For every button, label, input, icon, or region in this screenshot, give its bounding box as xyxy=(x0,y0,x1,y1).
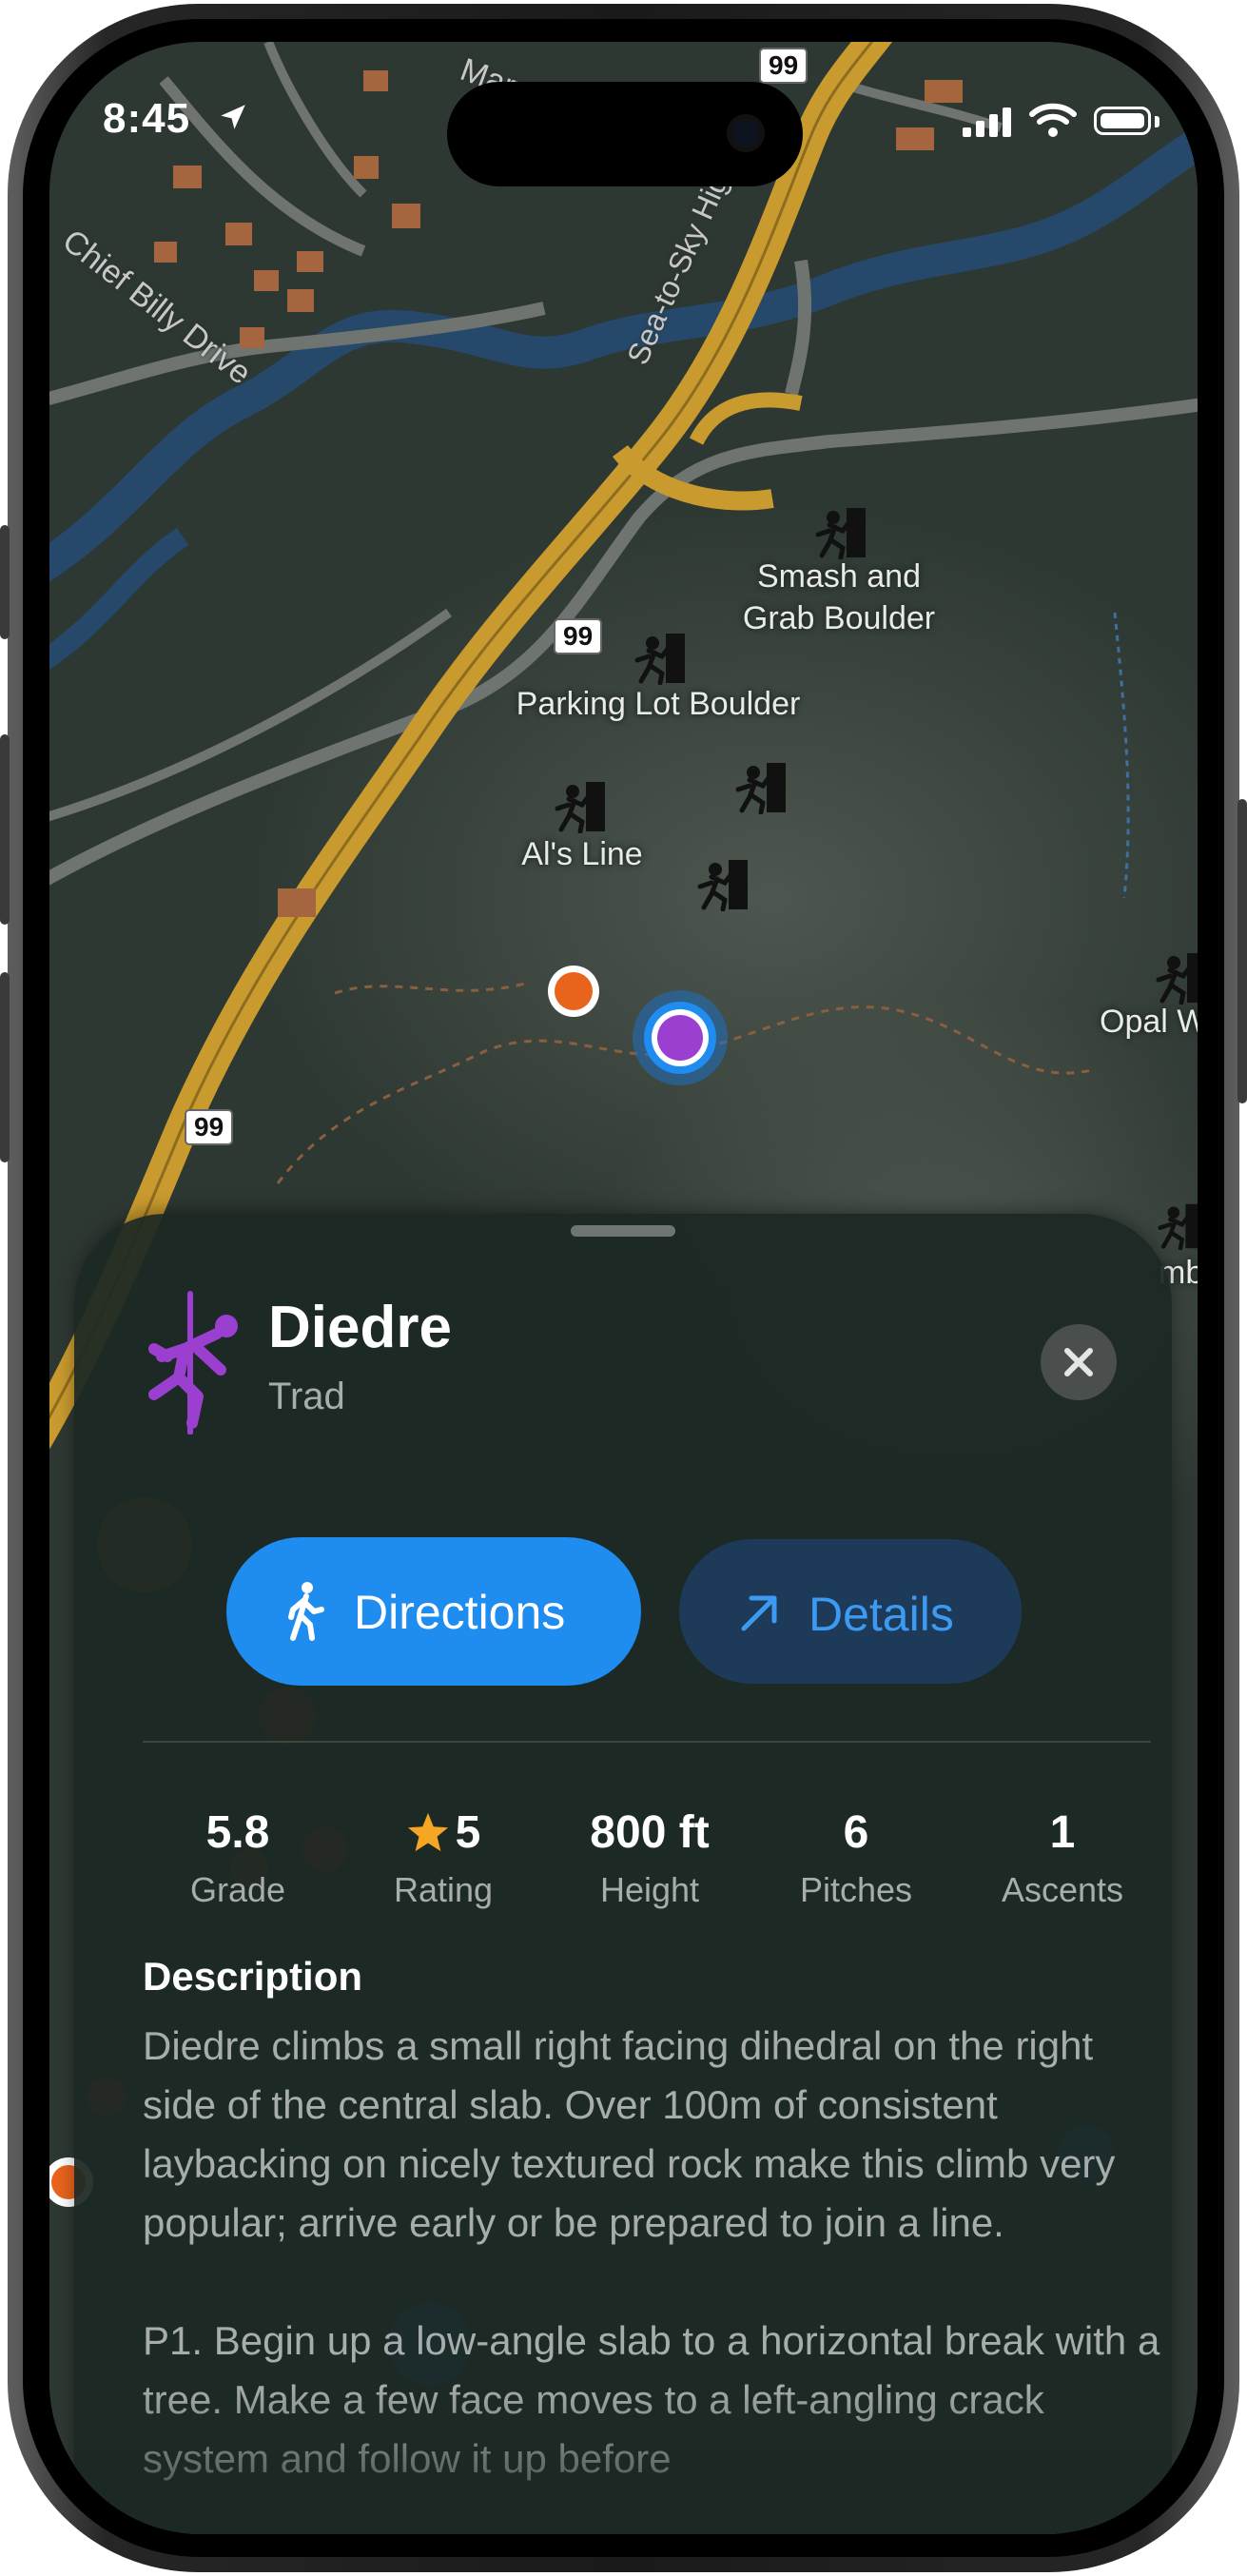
cellular-signal-icon xyxy=(963,107,1011,137)
highway-shield: 99 xyxy=(554,618,603,654)
walking-person-icon xyxy=(288,1582,324,1641)
power-button xyxy=(1237,799,1247,1103)
map-label-opal-wall[interactable]: Opal W xyxy=(1100,1001,1198,1043)
stat-grade: 5.8 Grade xyxy=(143,1804,333,1910)
route-title: Diedre xyxy=(268,1295,452,1360)
map-label-als-line[interactable]: Al's Line xyxy=(506,833,658,875)
route-detail-sheet[interactable]: Diedre Trad Directions Details 5.8 Grade xyxy=(74,1214,1172,2534)
map-label-parking-lot-boulder[interactable]: Parking Lot Boulder xyxy=(497,683,820,725)
climbing-area-icon[interactable] xyxy=(554,780,607,833)
divider xyxy=(143,1741,1151,1743)
description-heading: Description xyxy=(143,1954,363,1999)
camera-icon xyxy=(727,114,765,152)
location-arrow-icon xyxy=(221,105,245,129)
description-paragraph: Diedre climbs a small right facing dihed… xyxy=(143,2023,1116,2245)
rappel-climber-icon xyxy=(148,1291,238,1434)
stat-value: 6 xyxy=(843,1807,869,1858)
stat-value-row: 5 xyxy=(348,1804,538,1863)
stat-label: Pitches xyxy=(799,1870,913,1909)
directions-button[interactable]: Directions xyxy=(226,1537,641,1686)
climbing-area-icon[interactable] xyxy=(1155,951,1198,1005)
battery-cap xyxy=(1155,116,1159,127)
climbing-area-icon[interactable] xyxy=(734,761,788,814)
status-time: 8:45 xyxy=(103,95,191,142)
stat-label: Grade xyxy=(189,1870,286,1909)
bottom-fade xyxy=(74,2384,1172,2534)
climbing-area-icon[interactable] xyxy=(696,858,750,911)
wifi-icon xyxy=(1029,103,1077,137)
stat-label: Ascents xyxy=(1001,1870,1124,1909)
directions-label: Directions xyxy=(354,1586,566,1639)
climbing-area-icon[interactable] xyxy=(633,632,687,685)
stat-height: 800 ft Height xyxy=(555,1804,745,1910)
details-button[interactable]: Details xyxy=(679,1539,1022,1684)
stat-label: Rating xyxy=(393,1870,494,1909)
sheet-grabber[interactable] xyxy=(571,1225,675,1237)
stat-pitches: 6 Pitches xyxy=(761,1804,951,1910)
details-label: Details xyxy=(809,1588,954,1641)
close-icon xyxy=(1064,1348,1093,1376)
stat-value: 5 xyxy=(455,1807,481,1858)
dynamic-island xyxy=(447,82,803,186)
route-type: Trad xyxy=(268,1376,345,1417)
map-label-smash-grab[interactable]: Smash and Grab Boulder xyxy=(715,556,963,639)
arrow-up-right-icon xyxy=(741,1595,777,1631)
volume-down-button xyxy=(0,972,10,1162)
stat-label: Height xyxy=(599,1870,700,1909)
action-button xyxy=(0,525,10,639)
battery-icon xyxy=(1094,107,1151,135)
screen[interactable]: Chief Billy Drive Sea-to-Sky Highway Mar… xyxy=(49,42,1198,2534)
stat-value: 5.8 xyxy=(205,1807,270,1858)
phone-frame: Chief Billy Drive Sea-to-Sky Highway Mar… xyxy=(0,0,1247,2576)
stat-ascents: 1 Ascents xyxy=(967,1804,1158,1910)
stat-rating: 5 Rating xyxy=(348,1804,538,1910)
stat-value: 1 xyxy=(1049,1807,1076,1858)
climbing-area-icon[interactable] xyxy=(1157,1202,1198,1250)
stat-value: 800 ft xyxy=(590,1807,710,1858)
highway-shield: 99 xyxy=(185,1109,234,1145)
climbing-area-icon[interactable] xyxy=(814,506,867,559)
volume-up-button xyxy=(0,734,10,925)
close-button[interactable] xyxy=(1041,1324,1117,1400)
star-icon xyxy=(407,1812,448,1852)
